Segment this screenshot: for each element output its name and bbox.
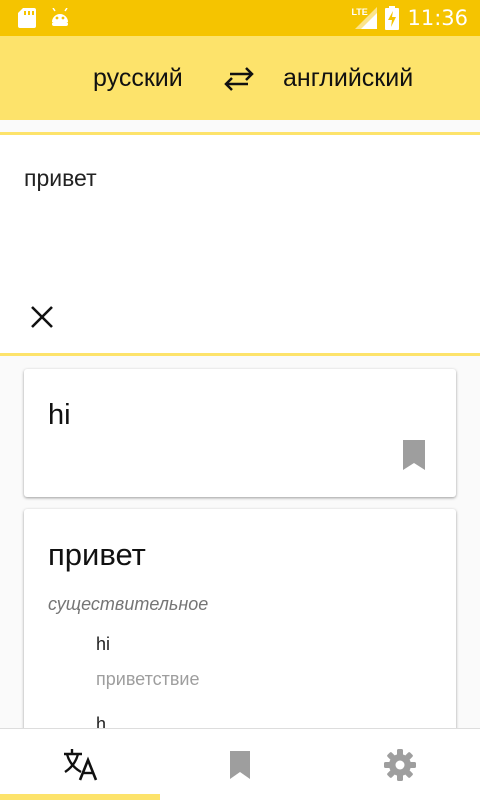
- dictionary-word: привет: [48, 537, 146, 572]
- source-language-button[interactable]: русский: [93, 64, 183, 93]
- signal-icon: LTE: [351, 7, 378, 29]
- battery-charging-icon: [385, 6, 400, 30]
- bookmark-icon: [230, 751, 250, 779]
- results-list[interactable]: hi привет существительное hi приветствие…: [0, 356, 480, 728]
- language-bar: русский английский: [0, 36, 480, 120]
- status-bar: LTE 11:36: [0, 0, 480, 36]
- sd-card-icon: [18, 8, 36, 28]
- nav-translate[interactable]: [0, 729, 160, 800]
- gear-icon: [384, 749, 416, 781]
- part-of-speech: существительное: [48, 594, 209, 614]
- bottom-navigation: [0, 728, 480, 800]
- clock: 11:36: [407, 6, 468, 30]
- translation-text: hi: [48, 399, 71, 431]
- input-area[interactable]: привет: [0, 132, 480, 356]
- source-text-input[interactable]: привет: [24, 165, 97, 192]
- meaning-synonym: приветствие: [96, 669, 200, 689]
- active-tab-indicator: [0, 794, 160, 800]
- dictionary-card: привет существительное hi приветствие h: [24, 509, 456, 728]
- bookmark-icon[interactable]: [401, 440, 427, 470]
- android-icon: [52, 8, 68, 26]
- nav-settings[interactable]: [320, 729, 480, 800]
- translation-card[interactable]: hi: [24, 369, 456, 497]
- target-language-button[interactable]: английский: [283, 64, 413, 93]
- swap-arrows-icon[interactable]: [224, 64, 254, 94]
- dictionary-next-entry: h: [96, 714, 107, 728]
- dictionary-meaning: hi: [96, 634, 111, 654]
- nav-bookmarks[interactable]: [160, 729, 320, 800]
- translate-icon: [64, 749, 98, 781]
- close-icon[interactable]: [28, 303, 56, 331]
